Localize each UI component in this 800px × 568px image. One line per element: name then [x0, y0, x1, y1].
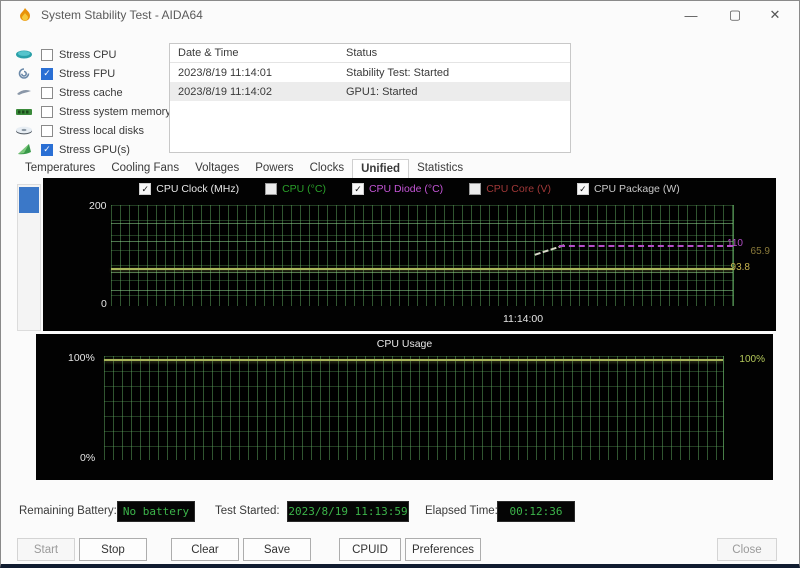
chart-vertical-scrollbar[interactable]: [17, 184, 41, 331]
legend-cpu-temp[interactable]: CPU (°C): [265, 183, 326, 195]
tab-powers[interactable]: Powers: [247, 159, 301, 179]
log-col-datetime[interactable]: Date & Time: [170, 47, 342, 59]
legend-label: CPU Package (W): [594, 183, 680, 195]
window-close-button[interactable]: ✕: [755, 1, 795, 29]
y-tick-200: 200: [89, 200, 107, 212]
chart-legend: CPU Clock (MHz) CPU (°C) CPU Diode (°C) …: [43, 183, 776, 195]
legend-cpu-package-checkbox[interactable]: [577, 183, 589, 195]
cpuid-button[interactable]: CPUID: [339, 538, 401, 561]
stress-memory-label: Stress system memory: [59, 106, 171, 118]
legend-label: CPU (°C): [282, 183, 326, 195]
scrollbar-thumb[interactable]: [19, 187, 39, 213]
stress-gpu-row[interactable]: Stress GPU(s): [15, 140, 165, 159]
stress-disks-row[interactable]: Stress local disks: [15, 121, 165, 140]
legend-cpu-core[interactable]: CPU Core (V): [469, 183, 551, 195]
elapsed-time-value: 00:12:36: [497, 501, 575, 522]
value-label-secondary: 65.9: [751, 246, 770, 257]
log-header[interactable]: Date & Time Status: [170, 44, 570, 63]
log-row[interactable]: 2023/8/19 11:14:02 GPU1: Started: [170, 82, 570, 101]
stress-memory-checkbox[interactable]: [41, 106, 53, 118]
status-bar: Remaining Battery: No battery Test Start…: [1, 499, 799, 525]
unified-sensor-chart: CPU Clock (MHz) CPU (°C) CPU Diode (°C) …: [43, 178, 776, 331]
log-status: Stability Test: Started: [342, 67, 570, 79]
legend-label: CPU Core (V): [486, 183, 551, 195]
stress-cpu-label: Stress CPU: [59, 49, 116, 61]
stress-options: Stress CPU Stress FPU Stress cache Stres…: [15, 45, 165, 159]
cpu-diode-trace: [559, 245, 733, 247]
legend-label: CPU Clock (MHz): [156, 183, 239, 195]
x-tick-time: 11:14:00: [503, 313, 543, 325]
log-row[interactable]: 2023/8/19 11:14:01 Stability Test: Start…: [170, 63, 570, 82]
value-label-cpu-package: 93.8: [731, 262, 750, 273]
gpu-icon: [15, 143, 35, 156]
log-col-status[interactable]: Status: [342, 47, 570, 59]
test-started-value: 2023/8/19 11:13:59: [287, 501, 409, 522]
legend-cpu-clock[interactable]: CPU Clock (MHz): [139, 183, 239, 195]
minimize-button[interactable]: —: [671, 1, 711, 29]
stress-cache-checkbox[interactable]: [41, 87, 53, 99]
log-datetime: 2023/8/19 11:14:02: [170, 86, 342, 98]
legend-cpu-diode[interactable]: CPU Diode (°C): [352, 183, 443, 195]
save-button[interactable]: Save: [243, 538, 311, 561]
disk-icon: [15, 124, 35, 137]
test-started-label: Test Started:: [215, 505, 280, 517]
stress-fpu-label: Stress FPU: [59, 68, 115, 80]
legend-cpu-package[interactable]: CPU Package (W): [577, 183, 680, 195]
preferences-button[interactable]: Preferences: [405, 538, 481, 561]
system-stability-test-window: System Stability Test - AIDA64 — ▢ ✕ Str…: [0, 0, 800, 568]
tab-temperatures[interactable]: Temperatures: [17, 159, 103, 179]
stress-fpu-checkbox[interactable]: [41, 68, 53, 80]
stress-gpu-label: Stress GPU(s): [59, 144, 130, 156]
legend-cpu-temp-checkbox[interactable]: [265, 183, 277, 195]
chart-tabs: Temperatures Cooling Fans Voltages Power…: [17, 159, 471, 179]
legend-label: CPU Diode (°C): [369, 183, 443, 195]
clear-button[interactable]: Clear: [171, 538, 239, 561]
battery-label: Remaining Battery:: [19, 505, 117, 517]
stress-disks-checkbox[interactable]: [41, 125, 53, 137]
tab-clocks[interactable]: Clocks: [302, 159, 353, 179]
stress-gpu-checkbox[interactable]: [41, 144, 53, 156]
y-tick-100pct: 100%: [68, 352, 95, 364]
legend-cpu-diode-checkbox[interactable]: [352, 183, 364, 195]
stress-cpu-checkbox[interactable]: [41, 49, 53, 61]
cpu-usage-chart: CPU Usage 100% 0% 100%: [36, 334, 773, 480]
stop-button[interactable]: Stop: [79, 538, 147, 561]
tab-voltages[interactable]: Voltages: [187, 159, 247, 179]
stress-fpu-row[interactable]: Stress FPU: [15, 64, 165, 83]
start-button[interactable]: Start: [17, 538, 75, 561]
flame-icon: [17, 7, 33, 23]
stress-memory-row[interactable]: Stress system memory: [15, 102, 165, 121]
cpu-package-trace: [111, 268, 733, 270]
plot-area: [111, 205, 734, 306]
tab-statistics[interactable]: Statistics: [409, 159, 471, 179]
close-button[interactable]: Close: [717, 538, 777, 561]
log-datetime: 2023/8/19 11:14:01: [170, 67, 342, 79]
memory-icon: [15, 105, 35, 118]
y-tick-0pct: 0%: [80, 452, 95, 464]
log-status: GPU1: Started: [342, 86, 570, 98]
stress-cache-row[interactable]: Stress cache: [15, 83, 165, 102]
window-title: System Stability Test - AIDA64: [41, 8, 203, 22]
cpu-icon: [15, 48, 35, 61]
maximize-button[interactable]: ▢: [715, 1, 755, 29]
cpu-usage-trace: [104, 359, 723, 361]
stress-cache-label: Stress cache: [59, 87, 123, 99]
battery-value: No battery: [117, 501, 195, 522]
stress-disks-label: Stress local disks: [59, 125, 144, 137]
legend-cpu-core-checkbox[interactable]: [469, 183, 481, 195]
value-label-cpu-usage: 100%: [739, 354, 765, 365]
value-label-cpu-diode: 110: [727, 238, 743, 249]
cache-icon: [15, 86, 35, 99]
tab-cooling-fans[interactable]: Cooling Fans: [103, 159, 187, 179]
y-tick-0: 0: [101, 298, 107, 310]
chart-title: CPU Usage: [377, 338, 432, 350]
stress-cpu-row[interactable]: Stress CPU: [15, 45, 165, 64]
elapsed-time-label: Elapsed Time:: [425, 505, 498, 517]
fpu-icon: [15, 67, 35, 80]
tab-unified[interactable]: Unified: [352, 159, 409, 179]
title-bar: System Stability Test - AIDA64 — ▢ ✕: [1, 1, 799, 29]
plot-area: [104, 356, 724, 460]
status-log: Date & Time Status 2023/8/19 11:14:01 St…: [169, 43, 571, 153]
legend-cpu-clock-checkbox[interactable]: [139, 183, 151, 195]
